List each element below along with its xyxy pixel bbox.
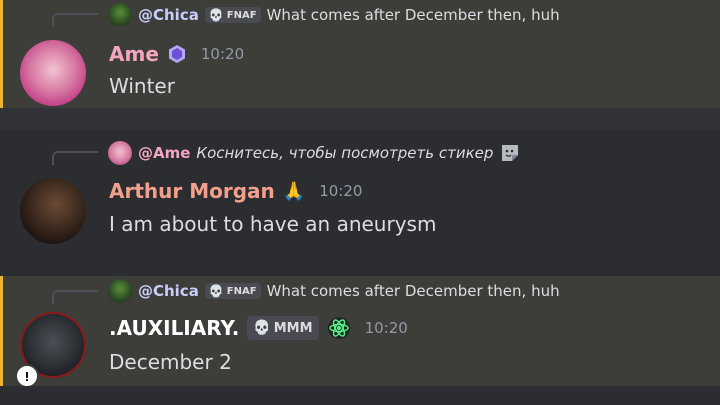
username[interactable]: .AUXILIARY. — [109, 316, 239, 340]
message-auxiliary: @Chica 💀 FNAF What comes after December … — [0, 276, 720, 388]
skull-icon: 💀 — [208, 8, 224, 22]
message-gap — [0, 108, 720, 130]
message-ame: @Chica 💀 FNAF What comes after December … — [0, 0, 720, 108]
reply-preview[interactable]: @Ame Коснитесь, чтобы посмотреть стикер — [108, 141, 521, 165]
message-header: .AUXILIARY. 💀 MMM 10:20 — [109, 316, 408, 340]
reply-connector — [52, 290, 98, 304]
server-tag[interactable]: 💀 FNAF — [204, 283, 261, 299]
username[interactable]: Arthur Morgan — [109, 179, 275, 203]
timestamp: 10:20 — [200, 45, 245, 63]
clan-tag[interactable]: 💀 MMM — [247, 316, 319, 340]
reply-connector — [52, 13, 98, 27]
timestamp: 10:20 — [319, 182, 363, 200]
status-indicator-icon — [15, 364, 39, 388]
bottom-strip — [0, 386, 720, 405]
reply-preview[interactable]: @Chica 💀 FNAF What comes after December … — [108, 279, 560, 303]
sticker-icon — [499, 142, 521, 164]
reply-text[interactable]: Коснитесь, чтобы посмотреть стикер — [196, 144, 493, 162]
message-header: Arthur Morgan 🙏 10:20 — [109, 179, 362, 203]
username[interactable]: Ame — [109, 42, 159, 66]
skull-icon: 💀 — [253, 320, 271, 336]
server-tag[interactable]: 💀 FNAF — [204, 7, 261, 23]
ame-mini-avatar[interactable] — [108, 141, 132, 165]
reply-preview[interactable]: @Chica 💀 FNAF What comes after December … — [108, 3, 560, 27]
avatar[interactable] — [20, 40, 86, 106]
message-content: December 2 — [109, 350, 232, 374]
message-arthur: @Ame Коснитесь, чтобы посмотреть стикер … — [0, 130, 720, 276]
avatar[interactable] — [20, 178, 86, 244]
atom-icon — [327, 316, 351, 340]
reply-text[interactable]: What comes after December then, huh — [267, 6, 560, 24]
chica-avatar[interactable] — [108, 3, 132, 27]
skull-icon: 💀 — [208, 284, 224, 298]
reply-mention[interactable]: @Ame — [138, 144, 190, 162]
clan-tag-label: MMM — [273, 320, 313, 336]
reply-mention[interactable]: @Chica — [138, 282, 199, 300]
timestamp: 10:20 — [364, 319, 408, 337]
reply-connector — [52, 151, 98, 165]
reply-mention[interactable]: @Chica — [138, 6, 199, 24]
message-content: I am about to have an aneurysm — [109, 212, 437, 236]
message-content: Winter — [109, 74, 175, 98]
message-header: Ame 10:20 — [109, 42, 244, 66]
reply-text[interactable]: What comes after December then, huh — [267, 282, 560, 300]
praying-hands-icon: 🙏 — [282, 180, 306, 202]
server-tag-label: FNAF — [226, 9, 257, 21]
server-tag-label: FNAF — [226, 285, 257, 297]
purple-hexagon-icon — [167, 44, 187, 64]
chica-avatar[interactable] — [108, 279, 132, 303]
